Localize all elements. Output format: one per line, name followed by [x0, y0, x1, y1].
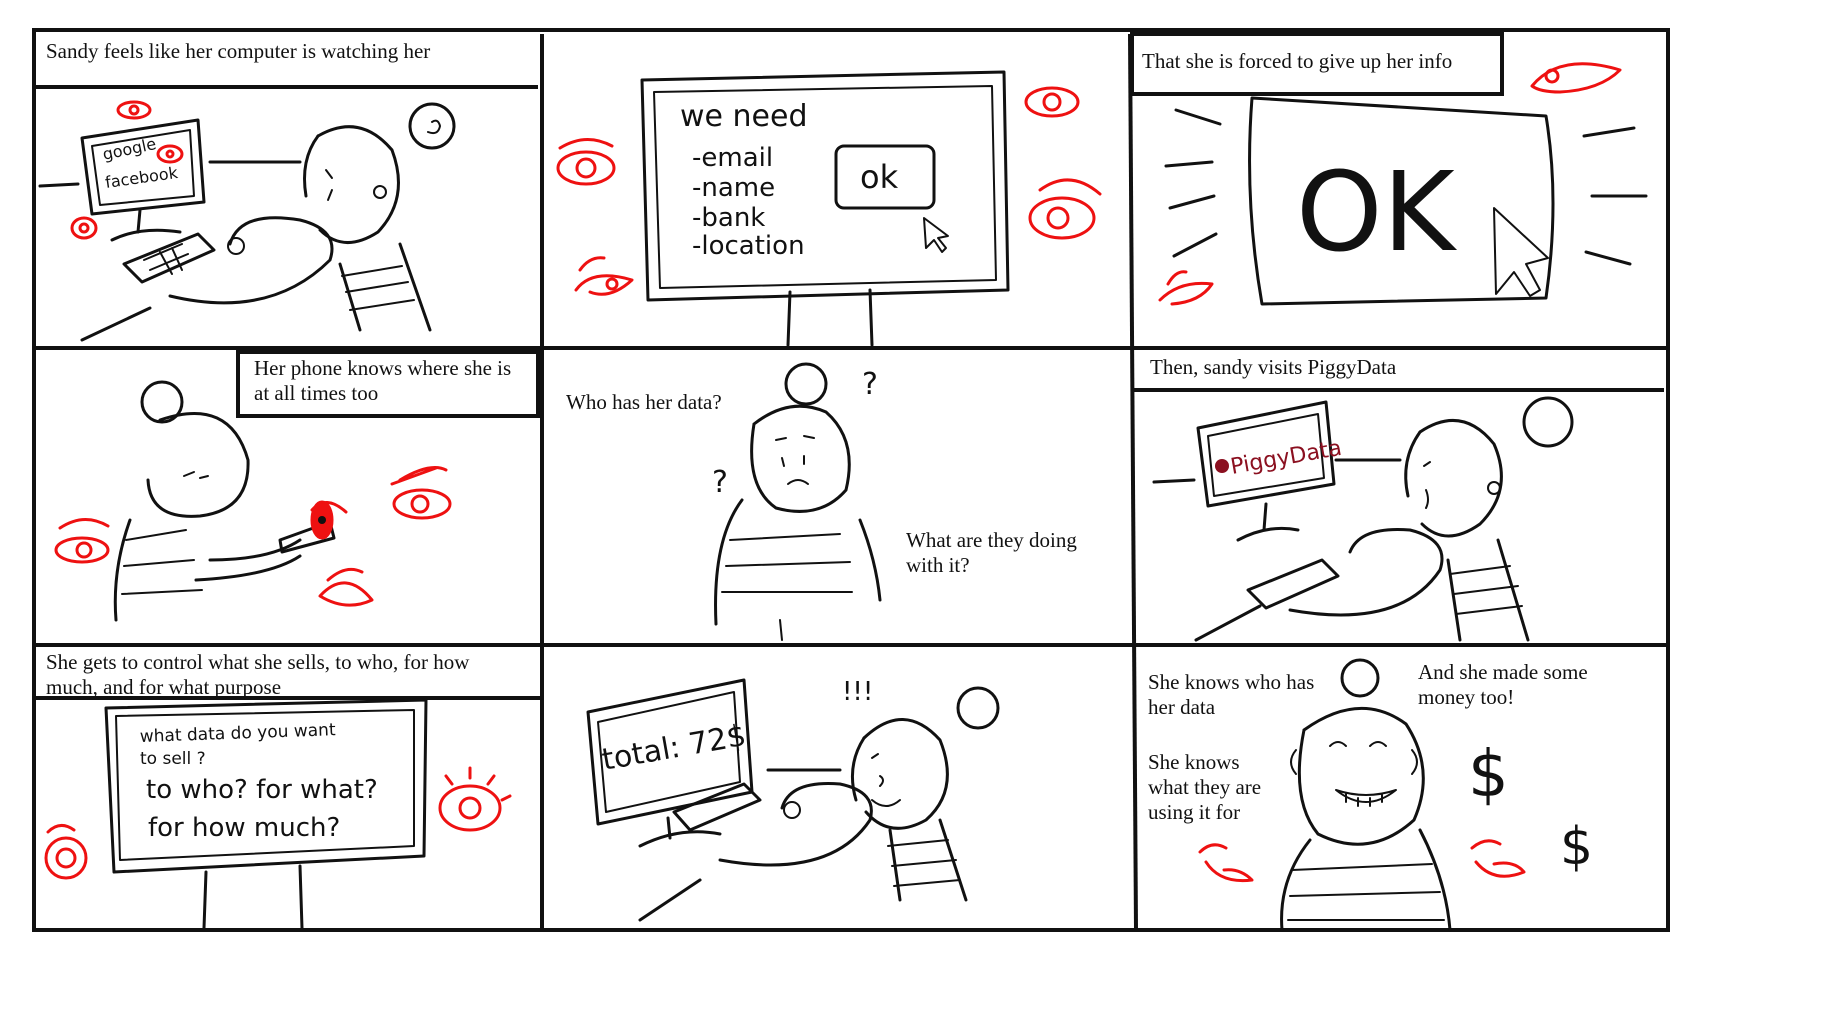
caption-panel-7: She gets to control what she sells, to w… [46, 650, 470, 699]
screen-item-name: -name [692, 173, 775, 203]
cursor-icon [1493, 207, 1549, 297]
caption-knows-what: She knows what they are using it for [1148, 750, 1261, 824]
big-ok-label: OK [1296, 148, 1458, 276]
confused-sandy [714, 362, 882, 641]
panel-6 [1134, 388, 1664, 642]
dollar-sign: $ [1468, 738, 1509, 812]
caption-who-has-data: Who has her data? [566, 390, 722, 414]
sandy-at-computer [1194, 396, 1574, 642]
panel-2: we need -email -name -bank -location ok [556, 70, 1102, 347]
question-mark: ? [712, 465, 728, 500]
happy-sandy [638, 686, 1000, 922]
ok-button-label: ok [860, 158, 899, 196]
form-line-how-much: for how much? [148, 813, 340, 843]
caption-knows-who: She knows who has her data [1148, 670, 1314, 719]
question-mark: ? [862, 367, 878, 402]
panel-1: google facebook [32, 30, 538, 342]
caption-panel-4: Her phone knows where she is at all times… [254, 356, 511, 405]
caption-panel-1: Sandy feels like her computer is watchin… [46, 39, 430, 63]
screen-line-facebook: facebook [104, 163, 180, 192]
caption-panel-3: That she is forced to give up her info [1142, 49, 1452, 73]
comic-storyboard: google facebook Sandy feels like her com… [0, 0, 1822, 1028]
form-line-what-data: what data do you want [139, 720, 336, 747]
panel-5: ? ? [712, 362, 882, 641]
screen-item-email: -email [692, 143, 773, 173]
screen-item-location: -location [692, 231, 805, 261]
panel-8: !!! [586, 677, 1000, 922]
red-eyes [556, 86, 1102, 296]
keyboard [122, 232, 216, 284]
comic-drawing: google facebook Sandy feels like her com… [32, 28, 1670, 932]
total-amount: total: 72$ [599, 718, 748, 778]
screen-item-bank: -bank [692, 203, 765, 233]
panel-7: what data do you want to sell ? to who? … [34, 696, 540, 930]
caption-panel-6: Then, sandy visits PiggyData [1150, 355, 1397, 379]
dollar-sign: $ [1560, 817, 1593, 877]
exclamation-marks: !!! [842, 677, 873, 707]
form-line-to-who: to who? for what? [146, 775, 378, 805]
red-eyes [1198, 839, 1526, 883]
form-line-to-sell: to sell ? [140, 749, 206, 769]
caption-made-money: And she made some money too! [1418, 660, 1588, 709]
caption-what-doing: What are they doing with it? [906, 528, 1077, 577]
screen-line-google: google [101, 134, 158, 164]
cursor-icon [923, 217, 949, 253]
screen-heading: we need [680, 99, 808, 134]
piggydata-logo: PiggyData [1229, 436, 1344, 480]
